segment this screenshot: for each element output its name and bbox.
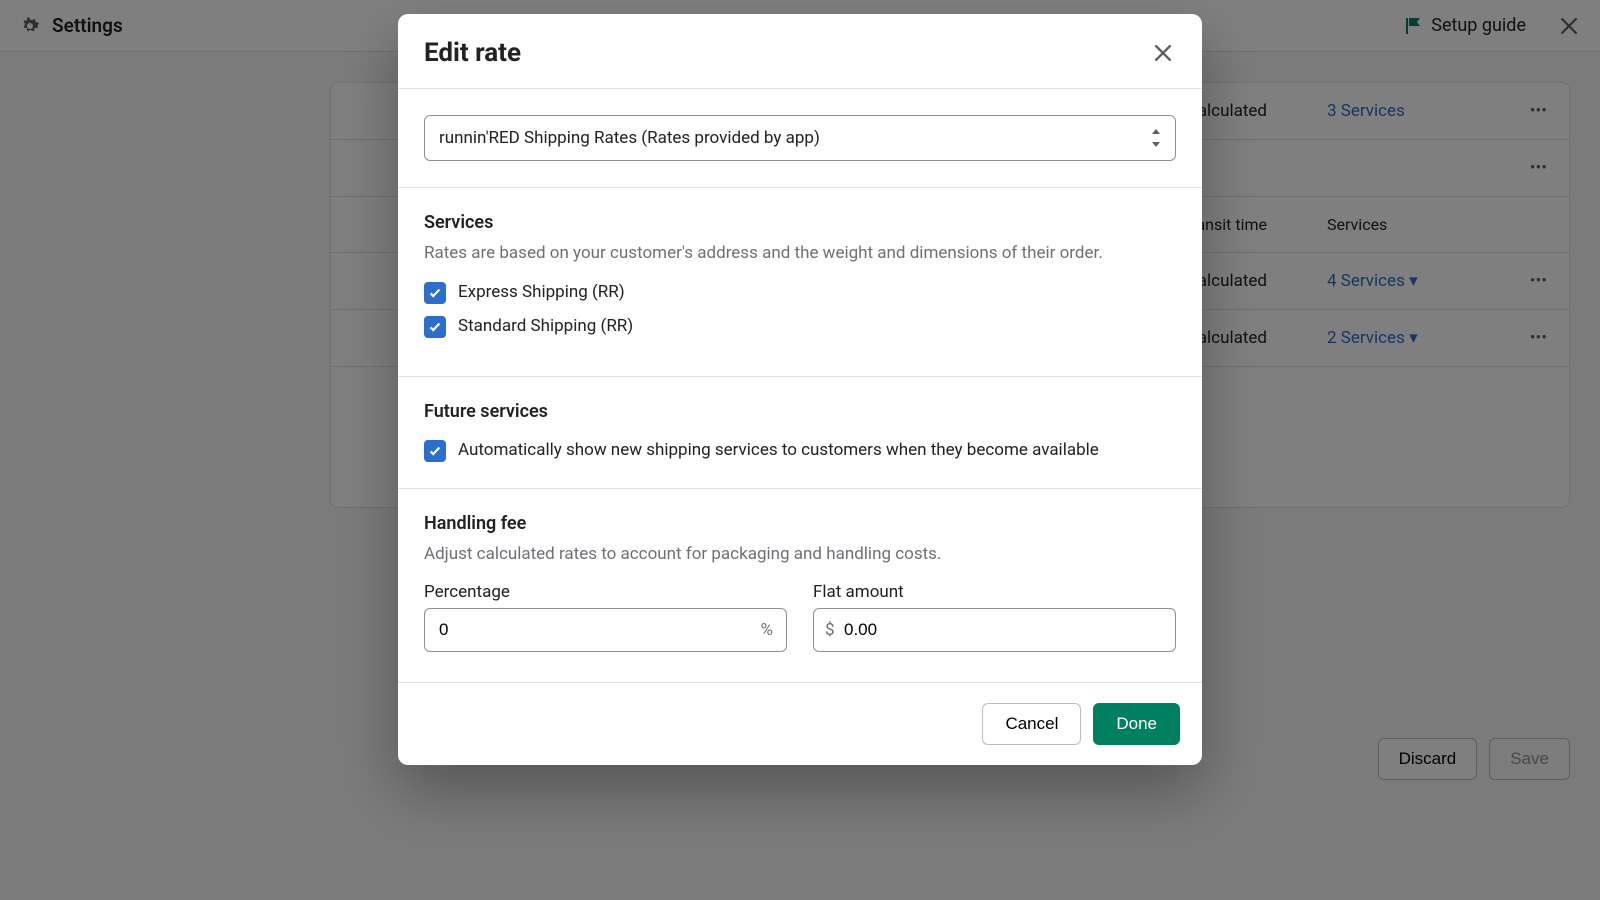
rate-provider-select[interactable]: runnin'RED Shipping Rates (Rates provide…	[424, 115, 1176, 161]
checkbox-checked-icon[interactable]	[424, 316, 446, 338]
flat-amount-label: Flat amount	[813, 582, 1176, 602]
flat-amount-input[interactable]	[813, 608, 1176, 652]
future-checkbox-row[interactable]: Automatically show new shipping services…	[424, 440, 1176, 462]
cancel-button[interactable]: Cancel	[982, 703, 1081, 745]
checkbox-label: Standard Shipping (RR)	[458, 316, 633, 336]
checkbox-checked-icon[interactable]	[424, 282, 446, 304]
section-subtitle: Adjust calculated rates to account for p…	[424, 542, 1176, 567]
done-button[interactable]: Done	[1093, 703, 1180, 745]
section-subtitle: Rates are based on your customer's addre…	[424, 241, 1176, 266]
service-checkbox-row[interactable]: Standard Shipping (RR)	[424, 316, 1176, 338]
handling-fee-section: Handling fee Adjust calculated rates to …	[424, 513, 1176, 653]
select-value: runnin'RED Shipping Rates (Rates provide…	[424, 115, 1176, 161]
service-checkbox-row[interactable]: Express Shipping (RR)	[424, 282, 1176, 304]
percentage-input[interactable]	[424, 608, 787, 652]
modal-title: Edit rate	[424, 38, 521, 68]
checkbox-label: Automatically show new shipping services…	[458, 440, 1099, 460]
checkbox-checked-icon[interactable]	[424, 440, 446, 462]
close-icon[interactable]	[1150, 40, 1176, 66]
future-services-section: Future services Automatically show new s…	[424, 401, 1176, 462]
checkbox-label: Express Shipping (RR)	[458, 282, 625, 302]
section-title: Handling fee	[424, 513, 1176, 534]
modal-overlay: Edit rate runnin'RED Shipping Rates (Rat…	[0, 0, 1600, 900]
section-title: Services	[424, 212, 1176, 233]
modal-header: Edit rate	[398, 14, 1202, 89]
percent-symbol: %	[761, 620, 773, 640]
services-section: Services Rates are based on your custome…	[424, 212, 1176, 350]
modal-footer: Cancel Done	[398, 682, 1202, 765]
section-title: Future services	[424, 401, 1176, 422]
edit-rate-modal: Edit rate runnin'RED Shipping Rates (Rat…	[398, 14, 1202, 765]
currency-symbol: $	[825, 620, 835, 640]
percentage-label: Percentage	[424, 582, 787, 602]
